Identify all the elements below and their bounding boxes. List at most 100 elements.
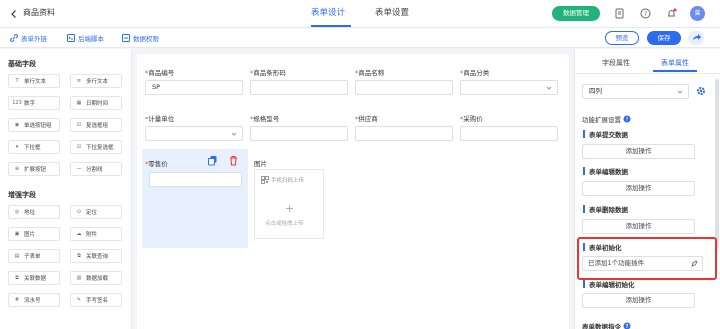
plus-icon: + bbox=[285, 202, 295, 215]
help-icon[interactable]: ? bbox=[640, 8, 651, 19]
palette-field-basic-9[interactable]: — 分割线 bbox=[70, 162, 122, 176]
data-permission-button[interactable]: 数据权限 bbox=[122, 32, 159, 43]
basic-fields-title: 基础字段 bbox=[8, 60, 36, 68]
field-type-icon: ⧉ bbox=[77, 253, 81, 259]
back-icon[interactable] bbox=[9, 9, 19, 19]
field-label-supplier: *供应商 bbox=[355, 115, 378, 123]
toolbar: 表单外链 后端脚本 数据权限 预览 保存 bbox=[0, 28, 720, 48]
palette-field-enhanced-6[interactable]: ⧉ 关联数据 bbox=[8, 271, 60, 285]
data-manage-button[interactable]: 数据管理 bbox=[552, 6, 600, 21]
palette-field-label: 多行文本 bbox=[86, 79, 109, 85]
palette-field-basic-6[interactable]: ▾ 下拉框 bbox=[8, 140, 60, 154]
palette-field-label: 图片 bbox=[24, 232, 36, 238]
add-submit-action-button[interactable]: 添加操作 bbox=[582, 144, 695, 159]
category-select[interactable] bbox=[460, 80, 558, 95]
field-type-icon: ⧉ bbox=[15, 275, 19, 281]
scrollbar[interactable] bbox=[715, 79, 719, 249]
palette-field-enhanced-8[interactable]: # 流水号 bbox=[8, 293, 60, 307]
palette-field-enhanced-9[interactable]: ✎ 手写签名 bbox=[70, 293, 122, 307]
svg-text:?: ? bbox=[644, 11, 647, 18]
tab-form-design[interactable]: 表单设计 bbox=[311, 6, 345, 20]
chevron-down-icon bbox=[677, 90, 683, 94]
palette-field-basic-1[interactable]: ≡ 多行文本 bbox=[70, 74, 122, 88]
palette-field-label: 定位 bbox=[86, 210, 98, 216]
palette-field-basic-2[interactable]: 123 数字 bbox=[8, 96, 60, 110]
bell-icon[interactable] bbox=[666, 8, 677, 19]
palette-field-label: 关联数据 bbox=[24, 276, 47, 282]
section-delete-title: 表单删除数据 bbox=[583, 204, 628, 214]
field-type-icon: ▾ bbox=[15, 144, 19, 150]
chevron-down-icon bbox=[546, 86, 552, 90]
add-edit-init-action-button[interactable]: 添加操作 bbox=[582, 293, 695, 308]
field-label-spec: *规格型号 bbox=[250, 115, 280, 123]
add-edit-action-button[interactable]: 添加操作 bbox=[582, 181, 695, 196]
palette-field-basic-0[interactable]: T 单行文本 bbox=[8, 74, 60, 88]
copy-icon[interactable] bbox=[207, 155, 218, 166]
barcode-input[interactable] bbox=[250, 80, 348, 95]
backend-script-button[interactable]: 后端脚本 bbox=[67, 32, 104, 43]
field-label-product-name: *商品名称 bbox=[355, 69, 385, 77]
field-type-icon: ≡ bbox=[76, 78, 82, 84]
field-type-icon: T bbox=[15, 78, 19, 84]
active-tab-indicator bbox=[311, 25, 351, 27]
share-button[interactable] bbox=[688, 31, 704, 45]
palette-field-enhanced-1[interactable]: ⊙ 定位 bbox=[70, 205, 122, 219]
palette-field-label: 附件 bbox=[86, 232, 98, 238]
save-button[interactable]: 保存 bbox=[647, 31, 681, 45]
gear-icon[interactable] bbox=[696, 86, 706, 96]
field-label-category: *商品分类 bbox=[460, 69, 490, 77]
field-type-icon: ▥ bbox=[76, 275, 82, 281]
product-code-input[interactable]: SP bbox=[145, 80, 243, 95]
preview-button[interactable]: 预览 bbox=[605, 31, 639, 45]
add-delete-action-button[interactable]: 添加操作 bbox=[582, 219, 695, 234]
field-type-icon: 123 bbox=[12, 100, 22, 106]
field-palette: 基础字段 增强字段 T 单行文本 ≡ 多行文本 123 数字 ▦ 日期时间 ◉ 单选按钮组 ☑ 复选框… bbox=[0, 49, 132, 329]
palette-field-enhanced-2[interactable]: ▣ 图片 bbox=[8, 227, 60, 241]
palette-field-label: 扩展按钮 bbox=[24, 167, 47, 173]
svg-text:?: ? bbox=[626, 324, 629, 329]
extension-settings-title: 功能扩展设置 ? bbox=[582, 114, 631, 124]
form-link-label: 表单外链 bbox=[21, 34, 47, 43]
tab-field-properties[interactable]: 字段属性 bbox=[602, 58, 630, 68]
purchase-price-input[interactable] bbox=[460, 126, 558, 141]
product-name-input[interactable] bbox=[355, 80, 453, 95]
image-upload-box[interactable]: 手机扫码上传 + 点击或拖拽上传 bbox=[254, 169, 324, 239]
palette-field-label: 单行文本 bbox=[24, 79, 47, 85]
palette-field-enhanced-7[interactable]: ▥ 数据加载 bbox=[70, 271, 122, 285]
field-type-icon: ▣ bbox=[14, 231, 20, 237]
document-icon[interactable] bbox=[614, 8, 625, 19]
svg-text:?: ? bbox=[626, 117, 629, 123]
palette-field-enhanced-0[interactable]: ◎ 地址 bbox=[8, 205, 60, 219]
tab-form-settings[interactable]: 表单设置 bbox=[375, 6, 409, 20]
field-type-icon: # bbox=[14, 297, 20, 303]
palette-field-basic-5[interactable]: ☑ 复选框组 bbox=[70, 118, 122, 132]
palette-field-basic-7[interactable]: ☑ 下拉复选框 bbox=[70, 140, 122, 154]
palette-field-label: 关联查询 bbox=[86, 254, 109, 260]
unit-select[interactable] bbox=[145, 126, 243, 141]
palette-field-enhanced-4[interactable]: ▤ 子表单 bbox=[8, 249, 60, 263]
palette-field-enhanced-5[interactable]: ⧉ 关联查询 bbox=[70, 249, 122, 263]
palette-field-label: 手写签名 bbox=[86, 298, 109, 304]
tab-form-properties[interactable]: 表单属性 bbox=[661, 58, 689, 68]
layout-columns-select[interactable]: 四列 bbox=[582, 84, 689, 99]
help-icon: ? bbox=[623, 115, 631, 123]
script-icon bbox=[67, 33, 75, 42]
palette-field-basic-4[interactable]: ◉ 单选按钮组 bbox=[8, 118, 60, 132]
retail-price-input[interactable] bbox=[149, 172, 242, 187]
phone-scan-upload[interactable]: 手机扫码上传 bbox=[261, 176, 304, 184]
delete-icon[interactable] bbox=[228, 155, 239, 166]
palette-field-label: 数字 bbox=[24, 101, 36, 107]
palette-field-enhanced-3[interactable]: ☁ 附件 bbox=[70, 227, 122, 241]
data-permission-label: 数据权限 bbox=[133, 34, 159, 43]
form-link-button[interactable]: 表单外链 bbox=[10, 32, 47, 43]
palette-field-label: 单选按钮组 bbox=[24, 123, 52, 129]
supplier-input[interactable] bbox=[355, 126, 453, 141]
avatar[interactable]: 曾 bbox=[690, 6, 705, 21]
field-label-image: 图片 bbox=[254, 160, 267, 168]
palette-field-basic-8[interactable]: ⊕ 扩展按钮 bbox=[8, 162, 60, 176]
field-type-icon: ⊕ bbox=[14, 166, 20, 172]
share-icon bbox=[693, 34, 701, 40]
palette-field-basic-3[interactable]: ▦ 日期时间 bbox=[70, 96, 122, 110]
spec-input[interactable] bbox=[250, 126, 348, 141]
field-type-icon: ⊙ bbox=[76, 209, 82, 215]
